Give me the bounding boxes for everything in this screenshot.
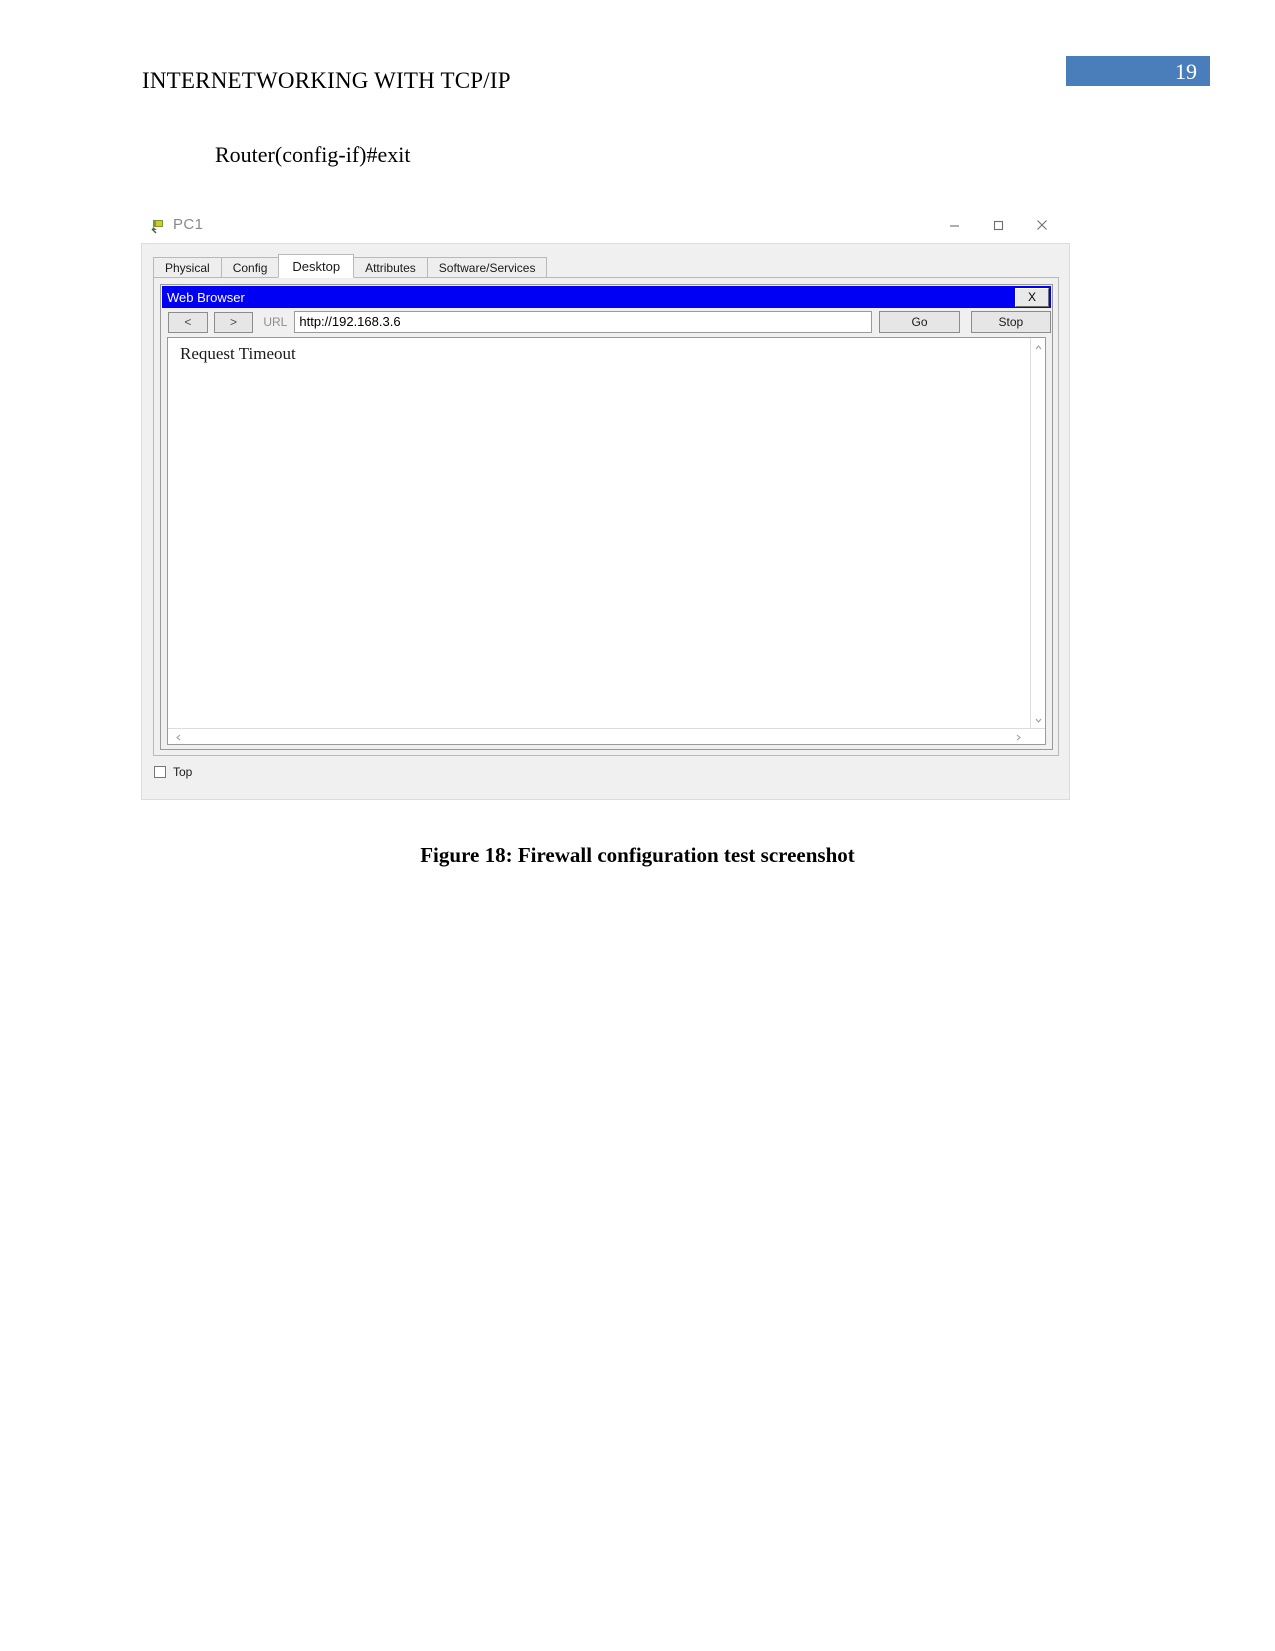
desktop-panel: Web Browser X < > URL http://192.168.3.6… [153, 277, 1059, 756]
tab-software-services[interactable]: Software/Services [426, 257, 548, 278]
tab-physical[interactable]: Physical [153, 257, 222, 278]
tab-desktop[interactable]: Desktop [278, 254, 355, 278]
page-content-text: Request Timeout [180, 344, 296, 363]
horizontal-scrollbar[interactable] [168, 728, 1045, 744]
vertical-scrollbar[interactable] [1030, 338, 1045, 729]
chevron-right-icon[interactable] [1011, 730, 1025, 744]
go-button[interactable]: Go [879, 311, 960, 333]
figure-caption: Figure 18: Firewall configuration test s… [420, 843, 855, 867]
command-line-text: Router(config-if)#exit [215, 142, 411, 167]
top-checkbox-row[interactable]: Top [154, 765, 192, 779]
page-title: INTERNETWORKING WITH TCP/IP [142, 68, 511, 93]
window-title: PC1 [173, 216, 204, 233]
minimize-icon[interactable] [932, 210, 976, 240]
url-label: URL [263, 315, 288, 329]
packet-tracer-window: PC1 Physical Config Desktop Attributes S… [141, 207, 1070, 800]
top-checkbox-label: Top [173, 765, 193, 779]
forward-button[interactable]: > [213, 311, 254, 333]
packet-tracer-pc-icon [150, 217, 167, 234]
stop-button[interactable]: Stop [970, 311, 1051, 333]
web-browser-titlebar: Web Browser X [162, 286, 1051, 308]
top-checkbox[interactable] [154, 766, 166, 778]
back-button[interactable]: < [168, 311, 208, 333]
tab-strip: Physical Config Desktop Attributes Softw… [153, 254, 548, 278]
close-icon[interactable] [1020, 210, 1064, 240]
chevron-up-icon[interactable] [1031, 340, 1045, 354]
web-browser-app: Web Browser X < > URL http://192.168.3.6… [160, 284, 1053, 750]
maximize-icon[interactable] [976, 210, 1020, 240]
web-browser-title: Web Browser [167, 289, 245, 305]
window-body: Physical Config Desktop Attributes Softw… [141, 243, 1070, 800]
window-titlebar: PC1 [141, 207, 1070, 243]
window-controls [932, 207, 1064, 243]
tab-config[interactable]: Config [220, 257, 280, 278]
url-input[interactable]: http://192.168.3.6 [294, 311, 873, 333]
url-toolbar: < > URL http://192.168.3.6 Go Stop [162, 309, 1051, 335]
web-browser-content: Request Timeout [167, 337, 1046, 745]
chevron-left-icon[interactable] [171, 730, 185, 744]
document-header: INTERNETWORKING WITH TCP/IP 19 [0, 56, 1275, 116]
tab-attributes[interactable]: Attributes [353, 257, 428, 278]
web-browser-close-button[interactable]: X [1015, 287, 1049, 307]
page-number-badge: 19 [1066, 56, 1210, 86]
chevron-down-icon[interactable] [1031, 713, 1045, 727]
